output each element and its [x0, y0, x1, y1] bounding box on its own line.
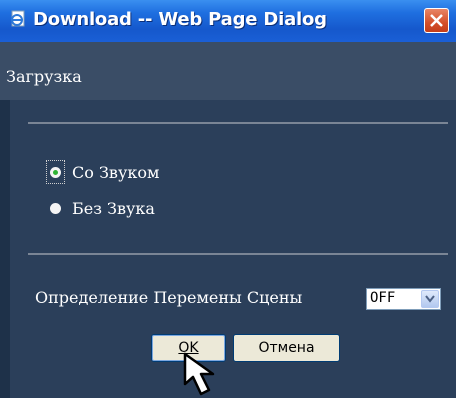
dialog-header-title: Загрузка: [6, 67, 82, 86]
mouse-cursor-icon: [183, 352, 215, 396]
ie-page-icon: [9, 10, 27, 28]
scene-change-value: OFF: [370, 290, 396, 306]
window-title: Download -- Web Page Dialog: [33, 9, 327, 30]
scene-change-label: Определение Перемены Сцены: [35, 288, 303, 307]
chevron-down-icon: [425, 295, 435, 303]
title-bar[interactable]: Download -- Web Page Dialog: [0, 0, 456, 42]
radio-without-sound-label: Без Звука: [72, 198, 155, 218]
cancel-button[interactable]: Отмена: [233, 334, 340, 362]
dialog-window: Download -- Web Page Dialog Загрузка Со …: [0, 0, 456, 398]
divider-bottom: [28, 253, 448, 255]
divider-top: [28, 122, 448, 124]
scene-change-select[interactable]: OFF: [366, 288, 441, 310]
radio-button[interactable]: [50, 202, 61, 214]
dropdown-button[interactable]: [421, 290, 439, 308]
close-button[interactable]: [424, 8, 449, 33]
radio-with-sound-label: Со Звуком: [72, 162, 160, 182]
radio-button-selected[interactable]: [50, 166, 61, 178]
close-icon: [430, 14, 443, 27]
radio-without-sound[interactable]: Без Звука: [46, 197, 155, 219]
radio-with-sound[interactable]: Со Звуком: [46, 161, 159, 183]
